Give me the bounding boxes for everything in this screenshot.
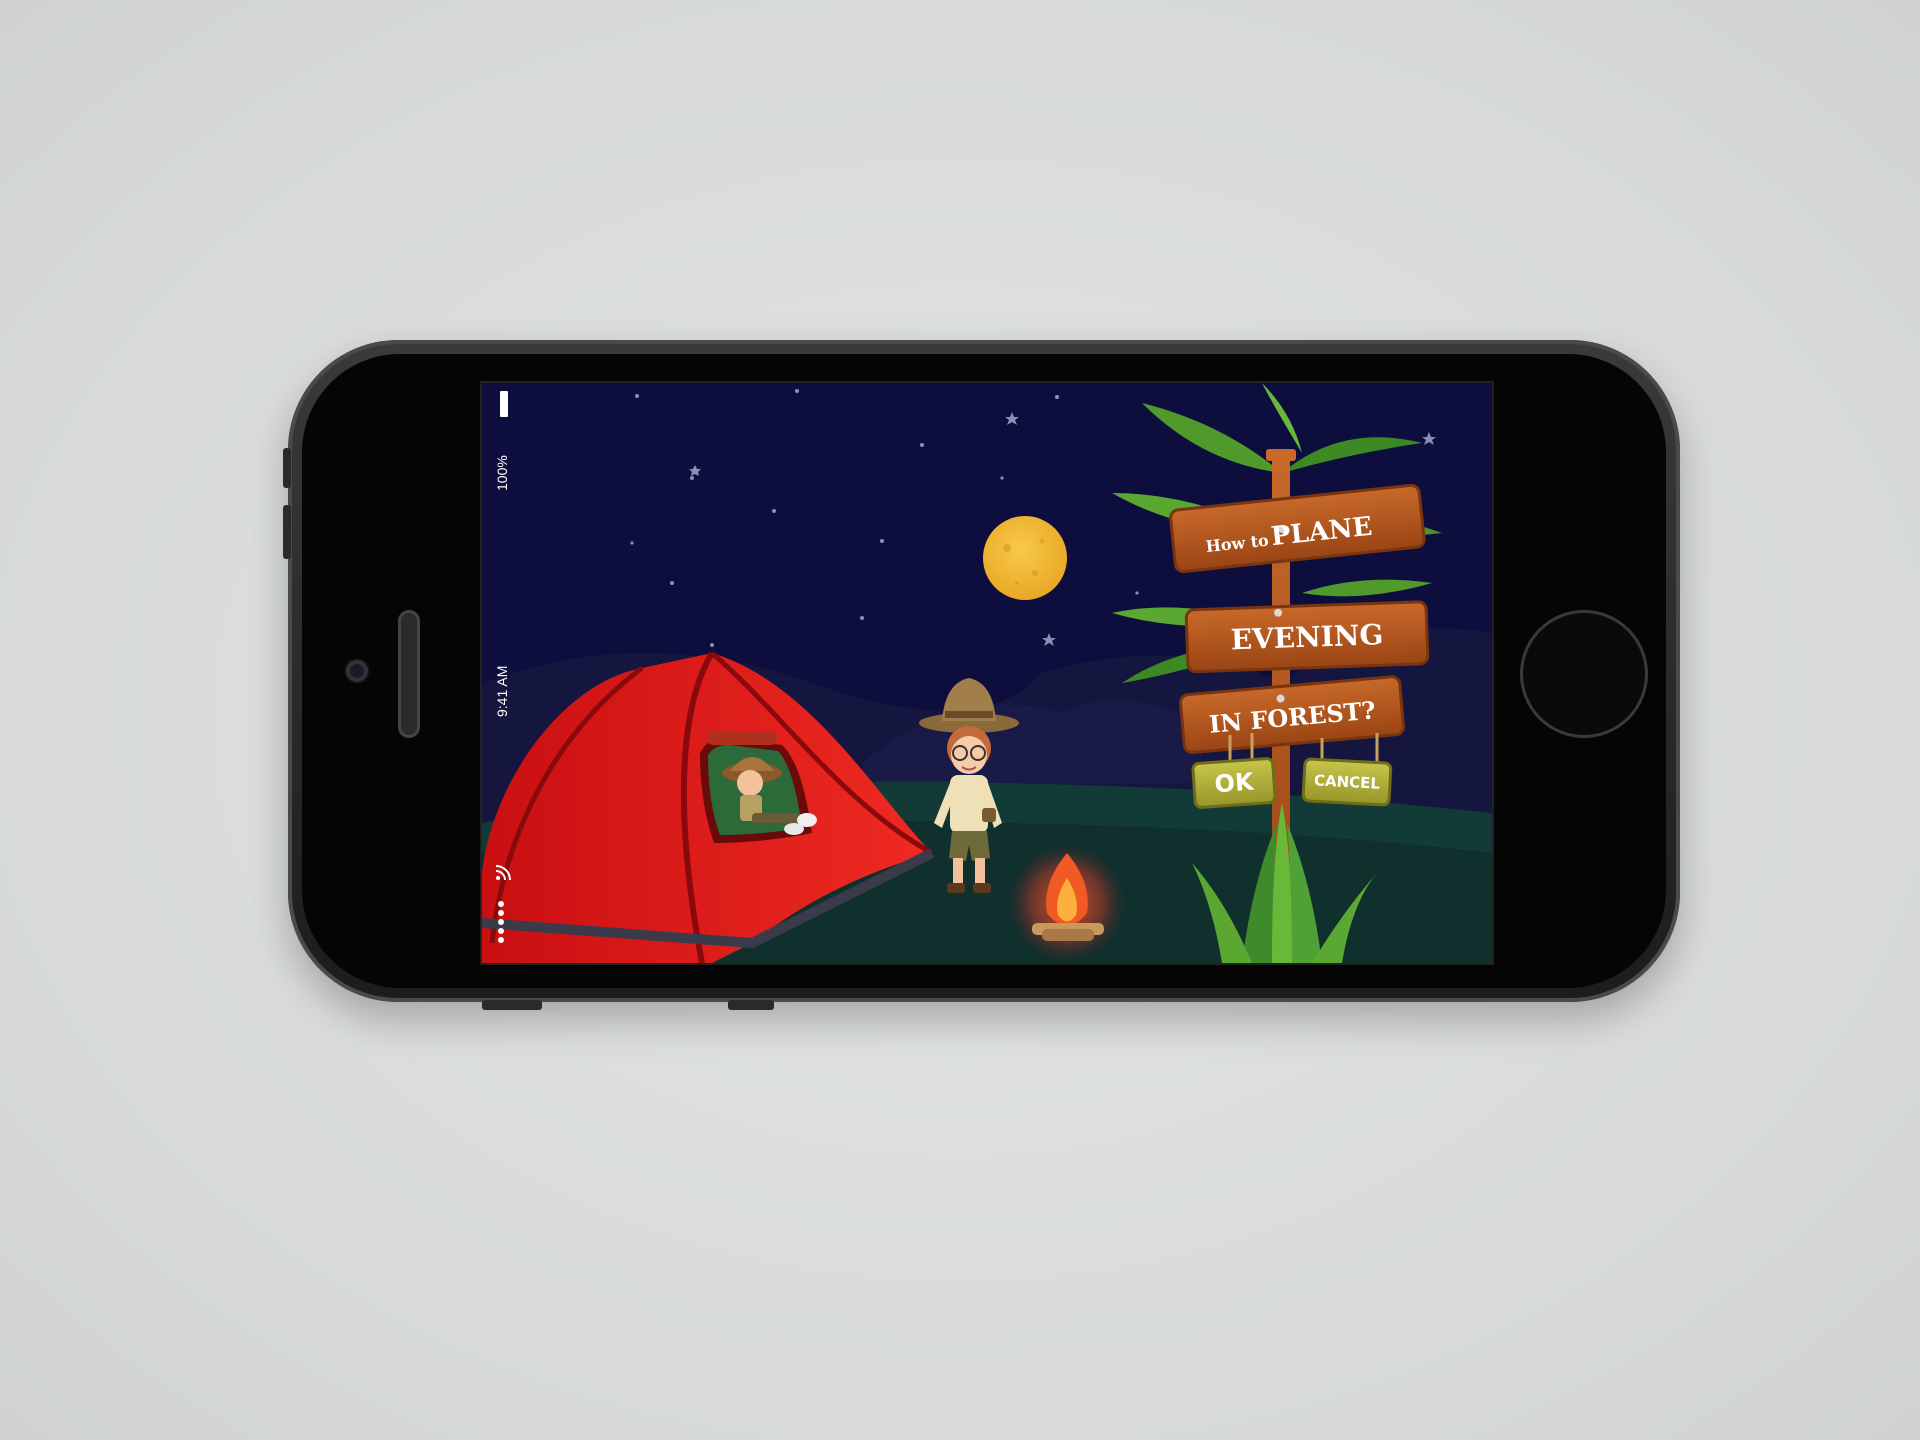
status-time: 9:41 AM <box>494 665 510 717</box>
volume-button <box>283 505 291 559</box>
ok-button[interactable]: OK <box>1190 756 1277 810</box>
cancel-button[interactable]: CANCEL <box>1301 757 1393 808</box>
game-screen: How to PLANE EVENING IN FOREST? OK CANCE… <box>480 381 1494 965</box>
sign-text-how-to: How to <box>1205 531 1270 557</box>
power-button <box>482 1000 542 1010</box>
front-camera-icon <box>346 660 368 682</box>
signal-strength-icon <box>498 901 504 943</box>
home-button[interactable] <box>1520 610 1648 738</box>
sign-text-layer: How to PLANE EVENING IN FOREST? <box>1205 512 1384 739</box>
sign-text-evening: EVENING <box>1230 618 1384 656</box>
battery-percent: 100% <box>494 455 510 491</box>
volume-button <box>283 448 291 488</box>
battery-icon <box>500 391 508 417</box>
wifi-icon <box>495 865 511 881</box>
sign-text-plane: PLANE <box>1270 512 1374 552</box>
status-bar: 100% 9:41 AM <box>482 383 516 963</box>
cancel-button-label: CANCEL <box>1313 771 1381 793</box>
earpiece-speaker <box>398 610 420 738</box>
ok-button-label: OK <box>1213 767 1255 799</box>
sign-text-in-forest: IN FOREST? <box>1208 695 1377 738</box>
power-button <box>728 1000 774 1010</box>
